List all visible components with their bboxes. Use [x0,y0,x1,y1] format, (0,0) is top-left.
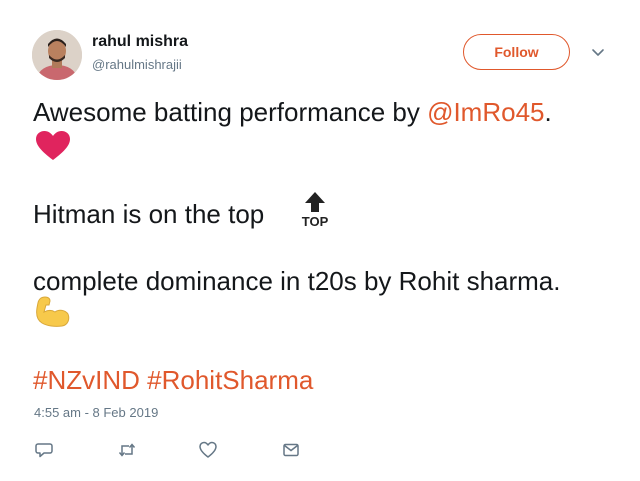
reply-icon[interactable] [34,440,54,460]
avatar[interactable] [32,30,82,80]
hashtag-link[interactable]: #NZvIND [33,365,140,395]
retweet-icon[interactable] [117,440,137,460]
heart-outline-icon[interactable] [198,440,218,460]
flexed-biceps-icon [35,296,71,333]
tweet-text-line-2: Hitman is on the top [33,199,265,229]
author-handle[interactable]: @rahulmishrajii [92,57,182,72]
top-emoji-label: TOP [302,214,329,229]
tweet-card: rahul mishra @rahulmishrajii Follow Awes… [0,0,640,481]
chevron-down-icon[interactable] [590,44,606,60]
tweet-text-segment: Awesome batting performance by [33,97,428,127]
mail-icon[interactable] [281,440,301,460]
tweet-text-period: . [544,97,552,127]
heart-icon [35,130,71,167]
tweet-text-line-3: complete dominance in t20s by Rohit shar… [33,266,561,296]
tweet-text-line-1: Awesome batting performance by @ImRo45. [33,97,552,128]
author-name[interactable]: rahul mishra [92,33,188,51]
top-arrow-icon: TOP [296,190,336,235]
timestamp[interactable]: 4:55 am - 8 Feb 2019 [34,405,158,420]
follow-button[interactable]: Follow [463,34,570,70]
hashtag-line: #NZvIND #RohitSharma [33,365,313,396]
hashtag-link[interactable]: #RohitSharma [147,365,313,395]
mention-link[interactable]: @ImRo45 [427,97,544,127]
